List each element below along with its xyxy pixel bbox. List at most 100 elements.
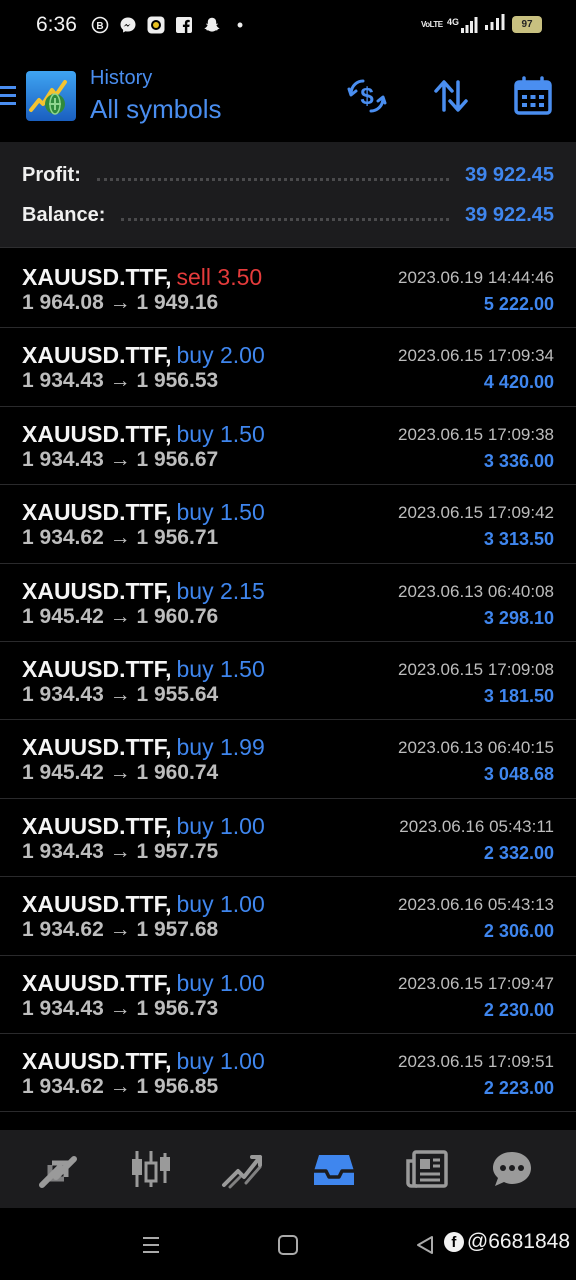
quotes-tab[interactable] [35,1148,81,1190]
trade-tab[interactable] [219,1148,265,1190]
close-price: 1 957.68 [136,918,219,942]
open-price: 1 945.42 [22,604,104,628]
deal-row[interactable]: XAUUSD.TTF, buy 1.50 1 934.62 → 1 956.71 20… [0,485,576,564]
deal-profit: 3 336.00 [483,450,554,471]
back-button[interactable] [412,1232,438,1258]
close-price: 1 956.73 [136,996,219,1020]
price-arrow: → [109,761,131,785]
deal-type: buy [176,499,214,526]
balance-row: Balance: 39 922.45 [22,200,554,230]
deal-row[interactable]: XAUUSD.TTF, buy 2.15 1 945.42 → 1 960.76 20… [0,564,576,642]
close-price: 1 955.64 [136,682,219,706]
deal-prices: 1 964.08 → 1 949.16 [22,291,218,315]
chats-tab[interactable] [489,1148,535,1190]
menu-icon[interactable] [0,86,16,106]
open-price: 1 934.43 [22,369,104,393]
deal-volume: 1.00 [219,891,265,918]
deal-volume: 3.50 [217,264,263,290]
deal-profit: 2 230.00 [483,999,554,1020]
deal-profit: 5 222.00 [483,294,554,314]
deal-type: buy [176,969,214,996]
candlestick-icon [132,1151,170,1187]
price-arrow: → [109,291,131,314]
quotes-arrows-icon [39,1156,77,1188]
watermark: f @6681848 [443,1230,570,1254]
deal-row[interactable]: XAUUSD.TTF, sell 3.50 1 964.08 → 1 949.16 2… [0,250,576,329]
deal-row[interactable]: XAUUSD.TTF, buy 1.50 1 934.43 → 1 955.64 20… [0,642,576,721]
calendar-button[interactable] [513,76,553,116]
deposit-withdraw-button[interactable]: $ [347,76,387,116]
svg-text:$: $ [360,83,374,110]
deal-type: buy [176,655,214,682]
price-arrow: → [109,447,131,471]
b-circle-icon: B [90,15,110,35]
deal-direction: buy 2.15 [177,578,265,604]
deal-prices: 1 934.43 → 1 956.53 [22,369,218,393]
newspaper-icon [406,1150,448,1188]
deal-time: 2023.06.15 17:09:34 [398,346,554,366]
news-tab[interactable] [404,1148,450,1190]
close-price: 1 960.74 [136,761,219,785]
deal-row[interactable]: XAUUSD.TTF, buy 1.00 1 934.62 → 1 956.85 20… [0,1034,576,1113]
deal-time: 2023.06.15 17:09:08 [398,659,554,679]
deal-time: 2023.06.15 17:09:42 [398,503,554,523]
deal-header: XAUUSD.TTF, buy 1.50 [22,499,265,526]
deal-row[interactable]: XAUUSD.TTF, buy 1.99 1 945.42 → 1 960.74 20… [0,720,576,799]
trend-line-icon [222,1155,262,1189]
deal-symbol: XAUUSD.TTF, [22,420,172,447]
deal-type: buy [176,1047,214,1074]
deal-type: buy [176,420,214,447]
deal-volume: 1.50 [219,499,265,526]
deal-header: XAUUSD.TTF, buy 1.50 [22,421,265,448]
dotted-leader [96,177,450,181]
balance-value: 39 922.45 [465,203,554,226]
deal-row[interactable]: XAUUSD.TTF,buy 1.01 [0,1112,576,1130]
open-price: 1 934.62 [22,526,104,550]
deal-volume: 1.99 [219,734,265,761]
deal-profit: 3 298.10 [483,607,554,628]
deal-type: buy [176,812,214,839]
deal-history-list[interactable]: XAUUSD.TTF, sell 3.50 1 964.08 → 1 949.16 2… [0,250,576,1130]
deal-prices: 1 934.43 → 1 955.64 [22,683,218,707]
deal-prices: 1 934.43 → 1 956.67 [22,448,218,472]
deal-type: buy [176,891,214,918]
deal-profit: 4 420.00 [483,372,554,393]
facebook-logo-icon: f [443,1232,464,1252]
deal-header: XAUUSD.TTF, buy 1.00 [22,970,265,997]
sort-button[interactable] [431,76,471,116]
recent-apps-icon [143,1237,159,1253]
price-arrow: → [109,1074,131,1098]
watermark-handle: @6681848 [466,1230,570,1253]
price-arrow: → [109,918,131,942]
deal-symbol: XAUUSD.TTF, [22,264,172,290]
calendar-icon [514,76,552,115]
deal-row[interactable]: XAUUSD.TTF, buy 1.00 1 934.43 → 1 956.73 20… [0,956,576,1034]
history-tab[interactable] [311,1148,357,1190]
chart-tab[interactable] [128,1148,174,1190]
deal-time: 2023.06.13 06:40:15 [398,738,554,758]
deal-row[interactable]: XAUUSD.TTF, buy 1.50 1 934.43 → 1 956.67 20… [0,407,576,486]
deal-row[interactable]: XAUUSD.TTF, buy 2.00 1 934.43 → 1 956.53 20… [0,328,576,407]
account-summary: Profit: 39 922.45 Balance: 39 922.45 [0,142,576,248]
recent-apps-button[interactable] [138,1232,164,1258]
deal-prices: 1 945.42 → 1 960.74 [22,761,218,785]
deal-direction: buy 1.00 [177,1048,265,1074]
deal-direction: buy 1.00 [177,891,265,917]
profit-label: Profit: [22,163,81,186]
home-button[interactable] [275,1232,301,1258]
open-price: 1 934.43 [22,682,104,706]
deal-row[interactable]: XAUUSD.TTF, buy 1.00 1 934.62 → 1 957.68 20… [0,877,576,956]
system-status-icons: VoLTE 4G 97 [421,14,542,35]
title-block[interactable]: History All symbols [90,67,221,125]
deal-time: 2023.06.15 17:09:51 [398,1051,554,1071]
metatrader-logo-icon[interactable] [25,70,77,122]
deal-row[interactable]: XAUUSD.TTF, buy 1.00 1 934.43 → 1 957.75 20… [0,799,576,878]
deal-profit: 3 048.68 [483,764,554,785]
deal-header: XAUUSD.TTF, buy 1.00 [22,891,265,918]
deal-symbol: XAUUSD.TTF, [22,812,172,839]
open-price: 1 964.08 [22,291,104,314]
svg-text:B: B [96,21,103,32]
deal-direction: sell 3.50 [177,264,263,290]
profit-value: 39 922.45 [465,163,554,186]
deal-time: 2023.06.15 17:09:47 [398,973,554,993]
